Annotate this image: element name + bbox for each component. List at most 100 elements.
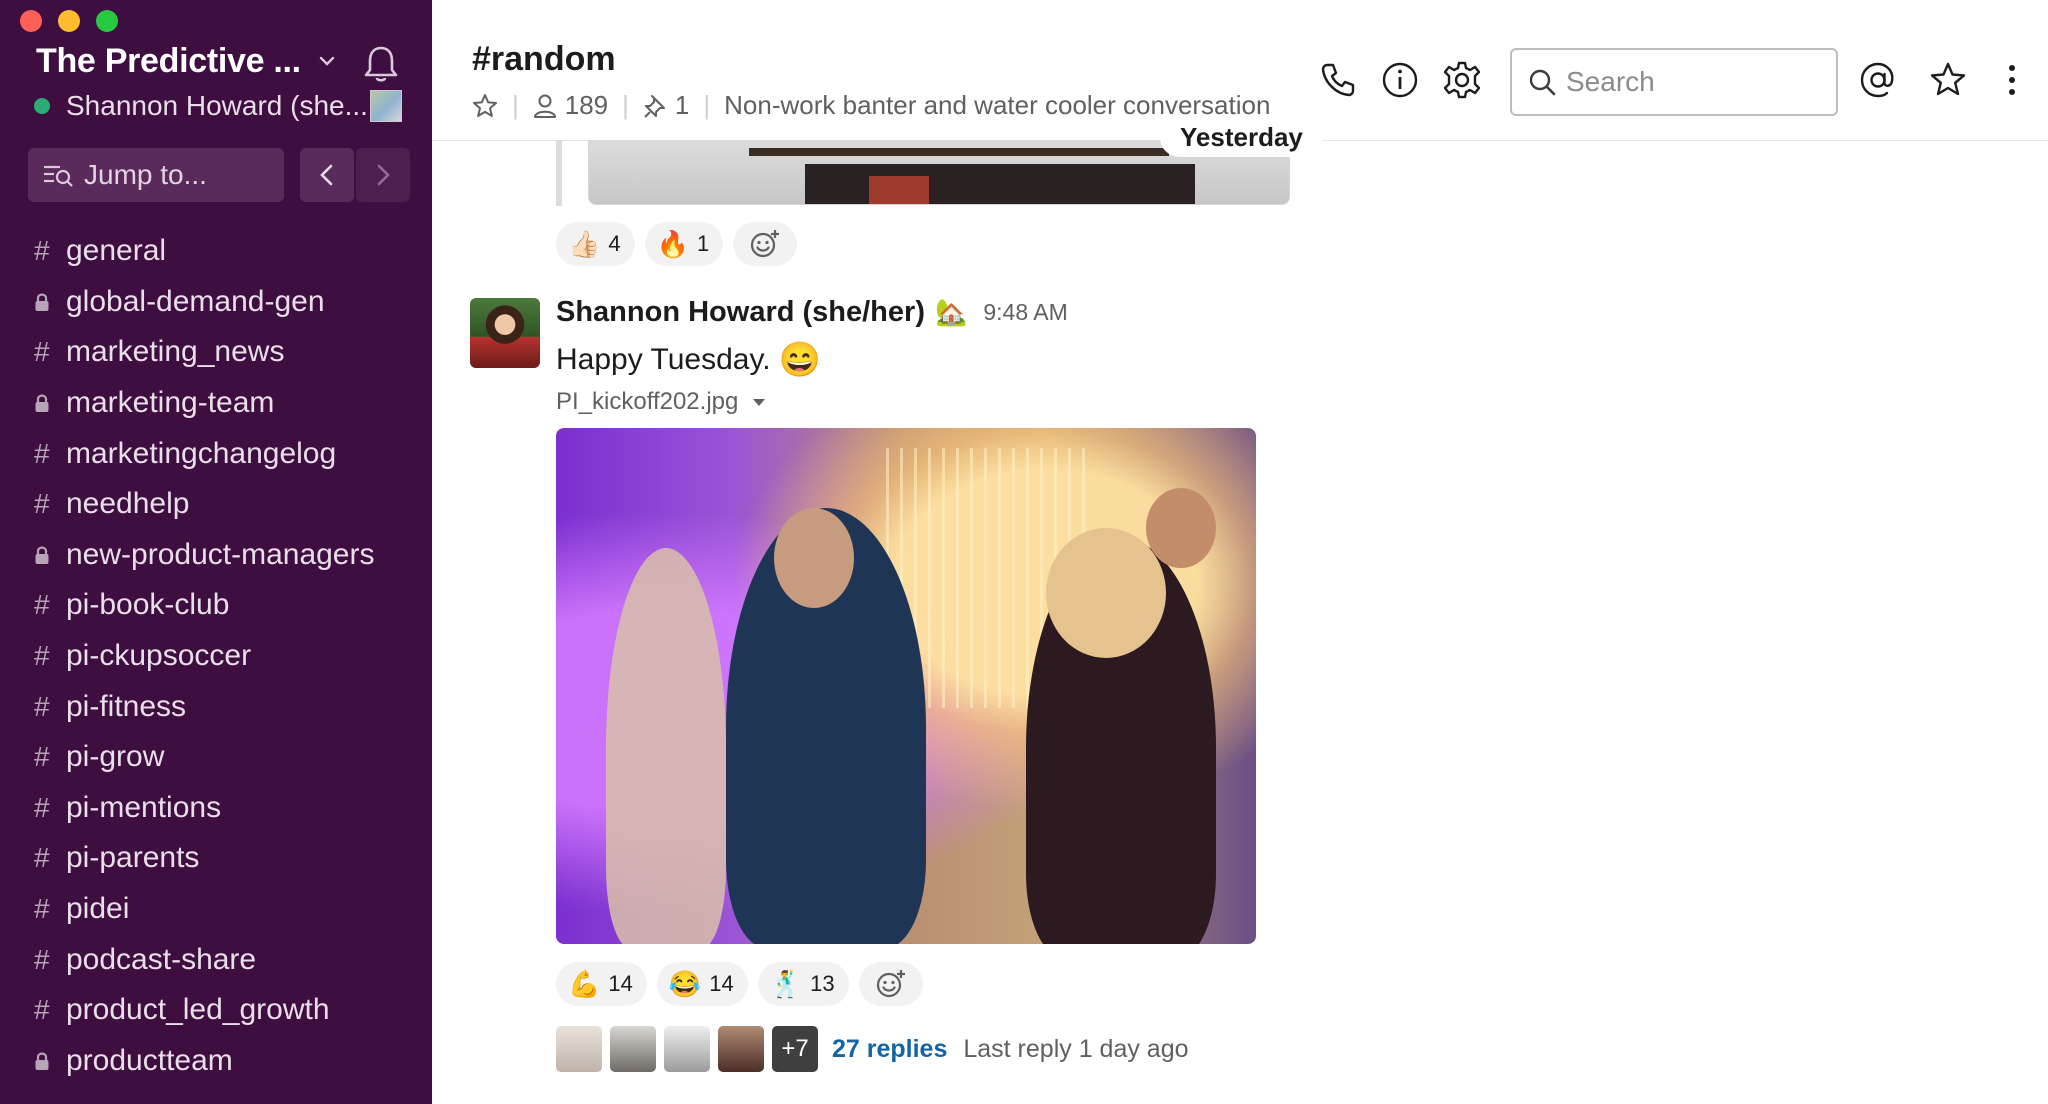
caret-down-icon[interactable] — [752, 397, 766, 407]
file-name[interactable]: PI_kickoff202.jpg — [556, 388, 738, 416]
image-detail — [1046, 528, 1166, 658]
workspace-name[interactable]: The Predictive ... — [36, 42, 301, 81]
reaction-pill[interactable]: 🔥 1 — [644, 222, 724, 266]
message-emoji: 😄 — [778, 341, 821, 379]
sidebar-item-pi-ckupsoccer[interactable]: # pi-ckupsoccer — [0, 631, 432, 682]
add-reaction-button[interactable] — [858, 962, 923, 1006]
sidebar-item-marketing_news[interactable]: # marketing_news — [0, 327, 432, 378]
phone-icon[interactable] — [1318, 60, 1358, 100]
reaction-pill[interactable]: 💪 14 — [556, 962, 647, 1006]
sidebar-item-general[interactable]: # general — [0, 226, 432, 277]
hash-icon: # — [34, 488, 50, 520]
status-emoji[interactable]: 🏡 — [935, 297, 967, 328]
minimize-window-button[interactable] — [58, 10, 80, 32]
chevron-down-icon[interactable] — [318, 52, 336, 70]
thread-summary[interactable]: +7 27 replies Last reply 1 day ago — [556, 1026, 1189, 1072]
history-forward-button[interactable] — [356, 148, 410, 202]
sidebar-item-global-demand-gen[interactable]: global-demand-gen — [0, 277, 432, 328]
hash-icon: # — [34, 640, 50, 672]
sidebar-item-podcast-share[interactable]: # podcast-share — [0, 934, 432, 985]
bell-icon[interactable] — [362, 44, 400, 84]
sidebar-item-productteam[interactable]: productteam — [0, 1036, 432, 1087]
channel-title[interactable]: #random — [472, 40, 616, 79]
members-icon[interactable] — [533, 93, 557, 119]
hash-icon: # — [34, 994, 50, 1026]
current-user-name: Shannon Howard (she... — [66, 90, 368, 121]
channel-list: # general global-demand-gen # marketing_news… — [0, 226, 432, 1086]
lock-icon — [34, 393, 66, 413]
history-back-button[interactable] — [300, 148, 354, 202]
channel-topic[interactable]: Non-work banter and water cooler convers… — [724, 90, 1270, 121]
saved-star-icon[interactable] — [1928, 60, 1968, 100]
image-detail — [869, 176, 929, 204]
hash-icon: # — [34, 690, 50, 722]
sender-name[interactable]: Shannon Howard (she/her) — [556, 296, 925, 329]
image-attachment[interactable] — [556, 428, 1256, 944]
jump-to-label: Jump to... — [84, 159, 207, 190]
sidebar-item-needhelp[interactable]: # needhelp — [0, 479, 432, 530]
meta-separator: | — [512, 90, 519, 120]
lock-icon — [34, 1051, 66, 1071]
reaction-count: 14 — [709, 971, 734, 996]
reaction-pill[interactable]: 👍🏻 4 — [556, 222, 635, 266]
meta-separator: | — [622, 90, 629, 120]
sidebar-item-pi-fitness[interactable]: # pi-fitness — [0, 681, 432, 732]
search-box[interactable]: Search — [1510, 48, 1838, 116]
pin-icon[interactable] — [643, 93, 667, 119]
sidebar-item-pi-grow[interactable]: # pi-grow — [0, 732, 432, 783]
jump-to-button[interactable]: Jump to... — [28, 148, 284, 202]
sidebar-item-pidei[interactable]: # pidei — [0, 884, 432, 935]
reaction-count: 13 — [810, 971, 835, 996]
image-detail — [749, 148, 1169, 156]
hash-icon: # — [34, 589, 50, 621]
thread-replies-link[interactable]: 27 replies — [832, 1035, 947, 1064]
channel-name: needhelp — [66, 487, 190, 521]
add-reaction-button[interactable] — [733, 222, 798, 266]
lock-icon — [34, 292, 66, 312]
avatar[interactable] — [470, 298, 540, 368]
avatar — [664, 1026, 710, 1072]
message-text: Happy Tuesday. — [556, 343, 771, 376]
sidebar-item-pi-parents[interactable]: # pi-parents — [0, 833, 432, 884]
hash-icon: # — [34, 437, 50, 469]
add-reaction-icon — [876, 970, 905, 998]
reaction-pill[interactable]: 😂 14 — [656, 962, 748, 1006]
image-detail — [1146, 488, 1216, 568]
last-reply-text: Last reply 1 day ago — [963, 1034, 1189, 1063]
channel-name: podcast-share — [66, 942, 257, 976]
message-body: Happy Tuesday. 😄 — [556, 340, 821, 380]
window-controls — [20, 10, 118, 32]
star-icon[interactable] — [472, 93, 498, 119]
gear-icon[interactable] — [1442, 60, 1482, 100]
member-count[interactable]: 189 — [565, 90, 608, 121]
more-vertical-icon[interactable] — [2002, 60, 2022, 100]
sidebar-item-new-product-managers[interactable]: new-product-managers — [0, 530, 432, 581]
channel-name: pidei — [66, 892, 130, 926]
close-window-button[interactable] — [20, 10, 42, 32]
date-divider[interactable]: Yesterday — [1160, 118, 1323, 157]
sidebar-item-marketing-team[interactable]: marketing-team — [0, 378, 432, 429]
user-presence[interactable]: Shannon Howard (she... — [34, 90, 368, 122]
channel-name: pi-parents — [66, 841, 200, 875]
message-reactions: 💪 14 😂 14 🕺 13 — [556, 962, 923, 1006]
sidebar-item-product_led_growth[interactable]: # product_led_growth — [0, 985, 432, 1036]
channel-name: new-product-managers — [66, 537, 375, 571]
avatar — [718, 1026, 764, 1072]
status-image[interactable] — [370, 90, 402, 122]
mentions-icon[interactable] — [1858, 60, 1898, 100]
chevron-right-icon — [377, 164, 390, 186]
sidebar-item-pi-book-club[interactable]: # pi-book-club — [0, 580, 432, 631]
pinned-count[interactable]: 1 — [675, 90, 689, 121]
reaction-pill[interactable]: 🕺 13 — [757, 962, 849, 1006]
channel-name: pi-fitness — [66, 689, 187, 723]
sidebar-item-marketingchangelog[interactable]: # marketingchangelog — [0, 428, 432, 479]
zoom-window-button[interactable] — [96, 10, 118, 32]
sidebar-item-pi-mentions[interactable]: # pi-mentions — [0, 783, 432, 834]
message-timestamp[interactable]: 9:48 AM — [983, 299, 1067, 326]
channel-name: marketingchangelog — [66, 436, 337, 470]
hash-icon: # — [34, 235, 50, 267]
hash-icon: # — [34, 842, 50, 874]
channel-name: marketing-team — [66, 386, 275, 420]
channel-name: global-demand-gen — [66, 284, 325, 318]
info-icon[interactable] — [1380, 60, 1420, 100]
